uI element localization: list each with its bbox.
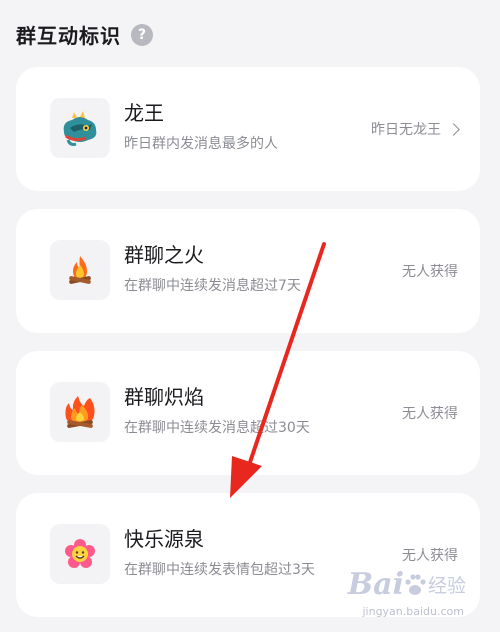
badge-description: 在群聊中连续发消息超过7天 [124,278,301,294]
badge-card-chat-fire: 群聊之火 在群聊中连续发消息超过7天 无人获得 [16,209,480,333]
smiling-flower-icon [50,524,110,584]
badge-title: 快乐源泉 [124,527,204,551]
blaze-icon [50,382,110,442]
badge-card-dragon-king[interactable]: 龙王 昨日群内发消息最多的人 昨日无龙王 [16,67,480,191]
chevron-right-icon [447,122,460,136]
badge-status-text: 昨日无龙王 [371,122,441,138]
help-icon[interactable]: ? [131,23,153,46]
section-header: 群互动标识 ? [16,20,153,49]
badge-description: 昨日群内发消息最多的人 [124,136,278,152]
watermark: Bai 经验 [348,567,466,602]
badge-card-chat-blaze: 群聊炽焰 在群聊中连续发消息超过30天 无人获得 [16,351,480,475]
badge-status: 无人获得 [402,264,458,280]
badge-description: 在群聊中连续发消息超过30天 [124,420,310,436]
badge-title: 龙王 [124,101,164,125]
badge-title: 群聊炽焰 [124,385,204,409]
badge-title: 群聊之火 [124,243,204,267]
paw-icon [405,573,426,595]
watermark-logo: Bai [347,567,404,602]
dragon-icon [50,98,110,158]
badge-status: 无人获得 [402,548,458,564]
section-title: 群互动标识 [16,24,121,48]
watermark-text: 经验 [427,575,466,597]
campfire-icon [50,240,110,300]
watermark-url: jingyan.baidu.com [362,605,464,618]
badge-status: 无人获得 [402,406,458,422]
badge-status[interactable]: 昨日无龙王 [371,119,460,139]
badge-description: 在群聊中连续发表情包超过3天 [124,562,315,578]
